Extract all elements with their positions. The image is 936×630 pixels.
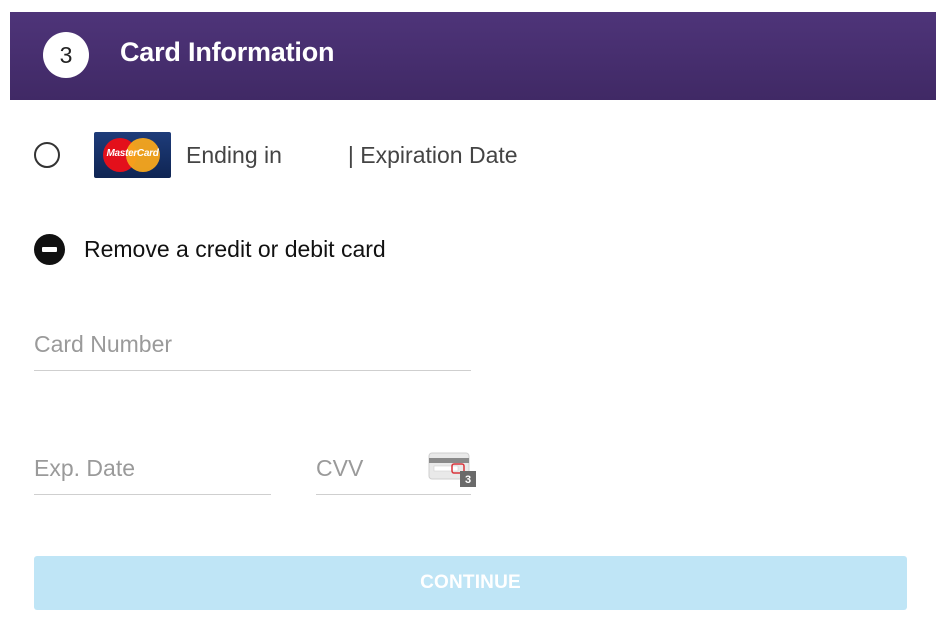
minus-circle-icon[interactable] xyxy=(34,234,65,265)
card-expiration-label: | Expiration Date xyxy=(347,141,518,168)
saved-card-radio[interactable] xyxy=(34,142,60,168)
mastercard-logo-icon: MasterCard xyxy=(94,132,171,178)
exp-date-field[interactable] xyxy=(34,442,271,495)
saved-card-option[interactable]: MasterCard Ending in | Expiration Date xyxy=(34,132,518,178)
card-number-input[interactable] xyxy=(34,318,471,370)
mastercard-logo-text: MasterCard xyxy=(106,148,159,159)
card-ending-label: Ending in xyxy=(186,141,282,168)
card-information-page: 3 Card Information MasterCard Ending in … xyxy=(0,0,936,630)
continue-button[interactable]: CONTINUE xyxy=(34,556,907,610)
remove-card-link[interactable]: Remove a credit or debit card xyxy=(34,234,386,265)
section-header: 3 Card Information xyxy=(10,12,936,100)
cvv-card-icon: 3 xyxy=(428,452,476,487)
remove-card-label[interactable]: Remove a credit or debit card xyxy=(84,236,386,263)
card-number-field[interactable] xyxy=(34,318,471,371)
step-number-badge: 3 xyxy=(43,32,89,78)
cvv-hint-digit: 3 xyxy=(465,474,471,486)
exp-date-input[interactable] xyxy=(34,442,271,494)
section-title: Card Information xyxy=(120,37,335,67)
